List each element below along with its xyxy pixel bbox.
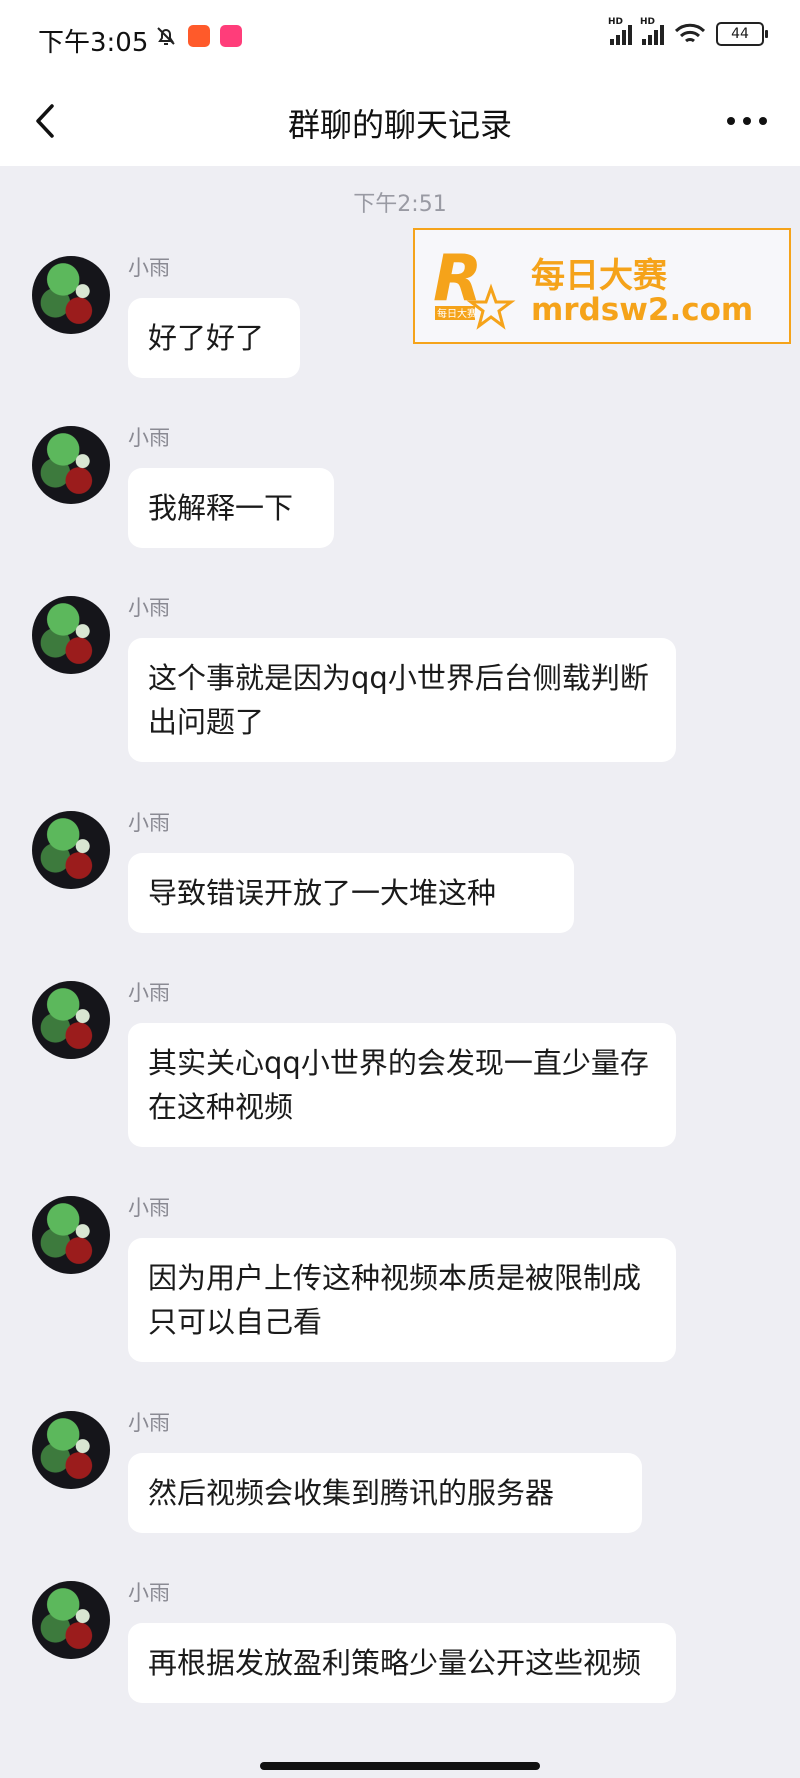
avatar[interactable] (32, 256, 110, 334)
mute-bell-icon (157, 27, 175, 45)
sender-name: 小雨 (128, 811, 170, 835)
message-bubble[interactable]: 我解释一下 (128, 468, 334, 548)
video-app-icon (188, 25, 210, 47)
status-system-icons: HD HD 44 (608, 17, 768, 46)
avatar[interactable] (32, 596, 110, 674)
avatar[interactable] (32, 1581, 110, 1659)
sender-name: 小雨 (128, 1411, 170, 1435)
battery-icon: 44 (716, 22, 768, 46)
avatar[interactable] (32, 811, 110, 889)
social-app-icon (220, 25, 242, 47)
watermark-url: mrdsw2.com (531, 292, 754, 328)
message-bubble[interactable]: 这个事就是因为qq小世界后台侧载判断出问题了 (128, 638, 676, 762)
page-title: 群聊的聊天记录 (287, 106, 512, 144)
status-notification-icons (154, 24, 242, 48)
status-bar: 下午3:05 HD HD 44 (0, 0, 800, 76)
watermark: R 每日大赛 每日大赛 mrdsw2.com (413, 228, 791, 344)
avatar[interactable] (32, 1196, 110, 1274)
sender-name: 小雨 (128, 256, 170, 280)
message-bubble[interactable]: 再根据发放盈利策略少量公开这些视频 (128, 1623, 676, 1703)
sender-name: 小雨 (128, 596, 170, 620)
message-bubble[interactable]: 导致错误开放了一大堆这种 (128, 853, 574, 933)
watermark-cn-text: 每日大赛 (531, 256, 667, 296)
chat-timestamp: 下午2:51 (353, 192, 447, 217)
signal-icon: HD (608, 17, 632, 45)
sender-name: 小雨 (128, 981, 170, 1005)
message-bubble[interactable]: 因为用户上传这种视频本质是被限制成只可以自己看 (128, 1238, 676, 1362)
sender-name: 小雨 (128, 1196, 170, 1220)
avatar[interactable] (32, 1411, 110, 1489)
more-options-icon[interactable] (720, 106, 774, 136)
home-indicator[interactable] (260, 1762, 540, 1770)
svg-text:每日大赛: 每日大赛 (437, 307, 477, 320)
wifi-icon (674, 23, 706, 43)
watermark-logo: R 每日大赛 (433, 242, 516, 330)
sender-name: 小雨 (128, 426, 170, 450)
message-bubble[interactable]: 好了好了 (128, 298, 300, 378)
avatar[interactable] (32, 426, 110, 504)
status-time: 下午3:05 (38, 28, 149, 58)
sender-name: 小雨 (128, 1581, 170, 1605)
avatar[interactable] (32, 981, 110, 1059)
message-bubble[interactable]: 然后视频会收集到腾讯的服务器 (128, 1453, 642, 1533)
message-bubble[interactable]: 其实关心qq小世界的会发现一直少量存在这种视频 (128, 1023, 676, 1147)
nav-bar: 群聊的聊天记录 (0, 76, 800, 166)
signal-icon-2: HD (640, 17, 664, 45)
